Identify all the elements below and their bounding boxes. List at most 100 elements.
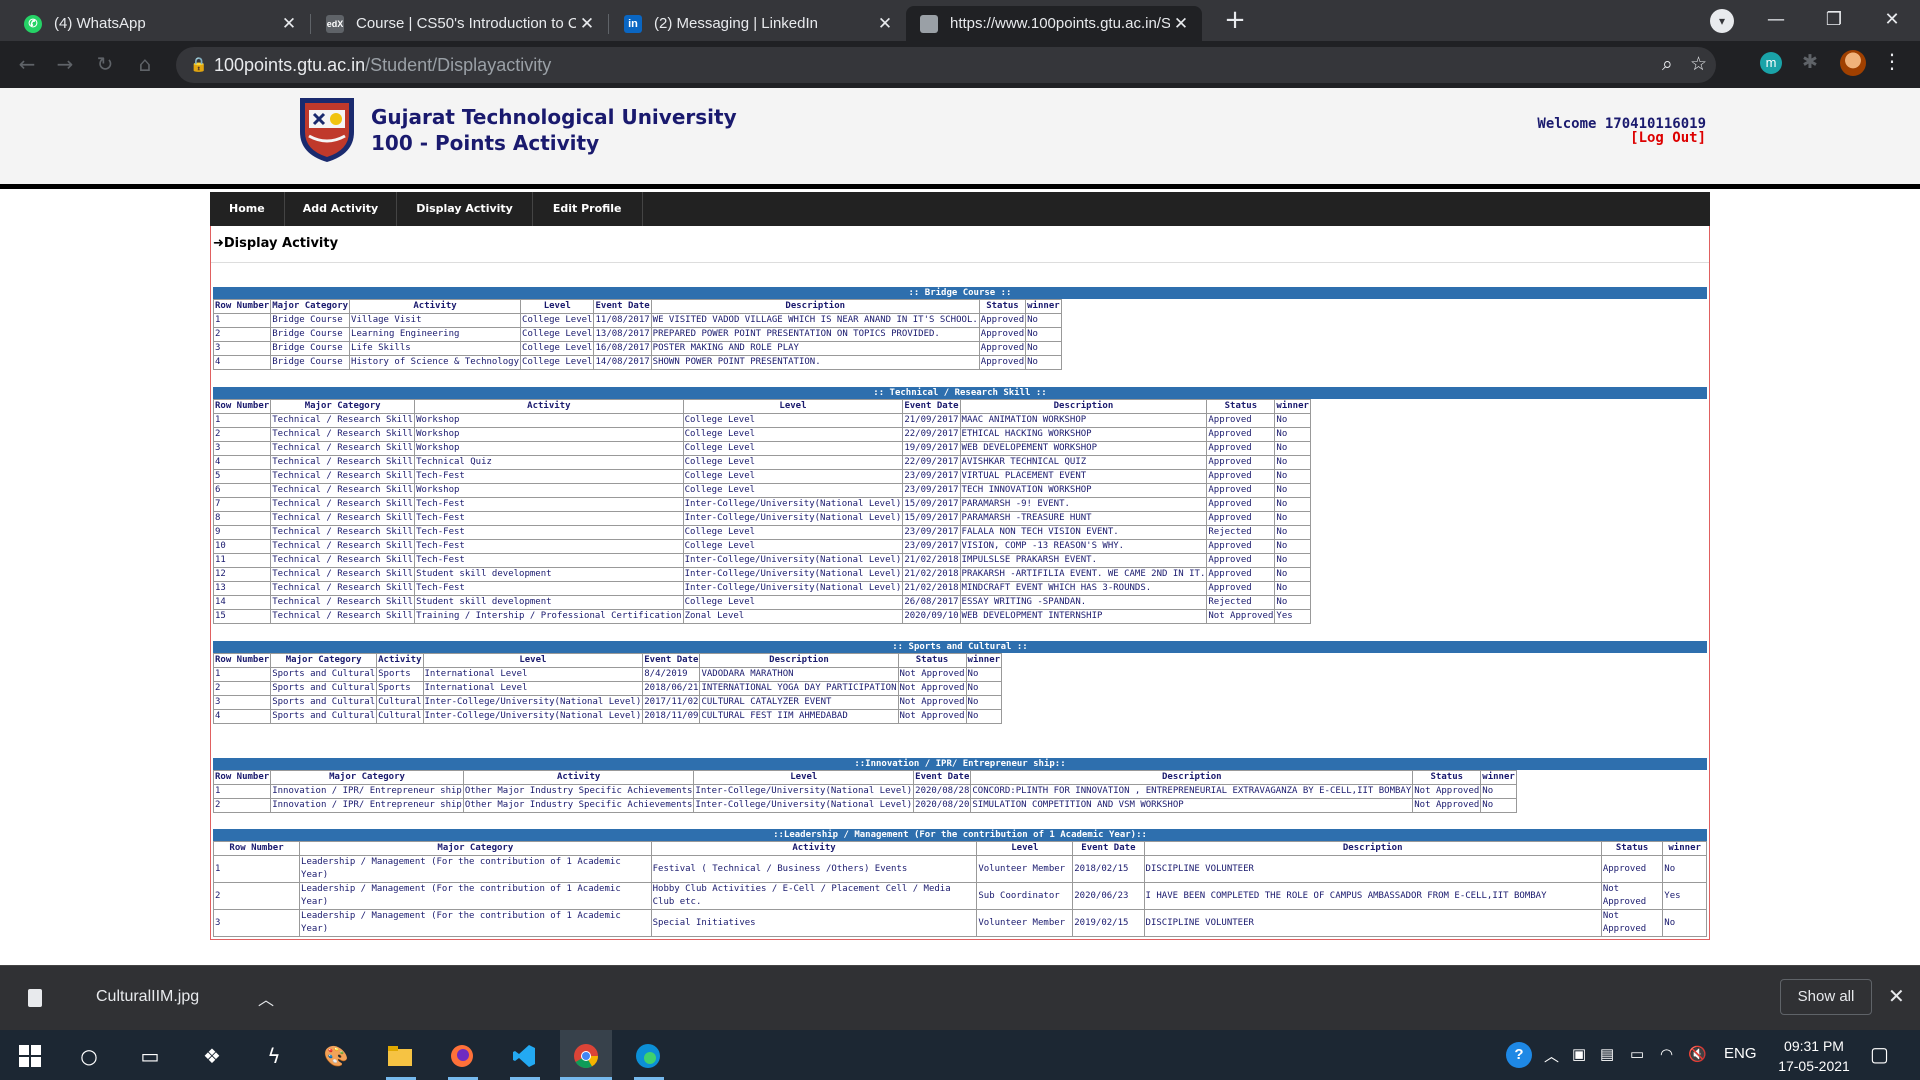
table-cell: 22/09/2017 [902,455,961,470]
tab-whatsapp[interactable]: ✆ (4) WhatsApp ✕ [10,6,310,41]
table-cell: Tech-Fest [414,553,684,568]
paint-icon[interactable]: 🎨 [322,1042,350,1070]
table-cell: 1 [212,855,301,883]
wifi-icon[interactable]: ◠ [1660,1045,1673,1063]
table-cell: 2017/11/02 [642,695,701,710]
table-cell: DISCIPLINE VOLUNTEER [1143,855,1602,883]
search-icon[interactable]: ⌕ [1662,53,1673,75]
search-circle-icon[interactable]: ○ [75,1042,103,1070]
tab-search-icon[interactable]: ▾ [1710,9,1734,33]
chrome-icon[interactable] [560,1030,612,1080]
clock-time: 09:31 PM [1784,1038,1844,1054]
windows-start-icon[interactable] [16,1042,44,1070]
page-title: ➜Display Activity [213,236,339,251]
table-cell: 15/09/2017 [902,511,961,526]
minimize-icon[interactable]: — [1756,4,1796,36]
nav-edit-profile[interactable]: Edit Profile [533,192,643,226]
help-icon[interactable]: ? [1506,1042,1532,1068]
tab-gtu[interactable]: https://www.100points.gtu.ac.in/S ✕ [906,6,1202,41]
chevron-up-icon[interactable]: ︿ [1544,1045,1559,1066]
table-cell: Approved [1206,427,1276,442]
table-cell: Technical / Research Skill [270,553,416,568]
device-icon[interactable]: ▣ [1572,1045,1586,1063]
vscode-icon[interactable] [510,1042,538,1070]
browser-menu-icon[interactable]: ⋮ [1882,49,1902,73]
table-cell: WEB DEVELOPMENT INTERNSHIP [959,609,1208,624]
back-icon[interactable]: ← [14,51,40,77]
notification-icon[interactable]: ▢ [1870,1042,1889,1067]
table-cell: Not Approved [1206,609,1276,624]
home-icon[interactable]: ⌂ [132,51,158,77]
table-cell: 3 [212,909,301,937]
address-bar[interactable]: 🔒 100points.gtu.ac.in/Student/Displayact… [176,47,1716,83]
lock-icon[interactable]: 🔒 [190,57,214,73]
bolt-icon[interactable]: ϟ [260,1042,288,1070]
table-cell: College Level [682,539,904,554]
table-cell: Technical / Research Skill [270,595,416,610]
column-header: Activity [349,299,522,314]
close-tab-icon[interactable]: ✕ [1170,14,1192,34]
show-all-button[interactable]: Show all [1780,979,1872,1015]
table-row: 1 Bridge Course Village Visit College Level… [212,313,1062,328]
bookmark-star-icon[interactable]: ☆ [1690,53,1707,75]
section-title: ::Leadership / Management (For the contr… [213,829,1707,841]
table-cell: 4 [212,709,272,724]
table-cell: 2018/06/21 [642,681,701,696]
table-cell: Inter-College/University(National Level) [693,784,915,799]
table-cell: CULTURAL CATALYZER EVENT [699,695,899,710]
close-tab-icon[interactable]: ✕ [278,14,300,34]
nav-home[interactable]: Home [210,192,285,226]
firefox-icon[interactable] [448,1042,476,1070]
table-cell: No [1662,909,1707,937]
reload-icon[interactable]: ↻ [92,51,118,77]
file-explorer-icon[interactable] [386,1042,414,1070]
table-cell: 21/02/2018 [902,581,961,596]
table-cell: College Level [682,441,904,456]
url-path: /Student/Displayactivity [365,54,552,75]
new-tab-icon[interactable]: + [1222,7,1248,34]
language-indicator[interactable]: ENG [1724,1045,1757,1062]
clock[interactable]: 09:31 PM 17-05-2021 [1764,1036,1864,1076]
table-cell: Tech-Fest [414,581,684,596]
task-view-icon[interactable]: ▭ [136,1042,164,1070]
close-tab-icon[interactable]: ✕ [874,14,896,34]
table-cell: Inter-College/University(National Level) [693,798,915,813]
close-tab-icon[interactable]: ✕ [576,14,598,34]
table-cell: Inter-College/University(National Level) [682,553,904,568]
university-name: Gujarat Technological University [371,105,737,129]
table-cell: Yes [1274,609,1311,624]
download-filename[interactable]: CulturalIIM.jpg [96,988,199,1006]
battery-icon[interactable]: ▭ [1630,1045,1644,1063]
nav-add-activity[interactable]: Add Activity [285,192,398,226]
table-cell: College Level [682,469,904,484]
maximize-icon[interactable]: ❐ [1814,4,1854,36]
profile-avatar[interactable] [1840,50,1866,76]
table-cell: POSTER MAKING AND ROLE PLAY [650,341,980,356]
tab-linkedin[interactable]: in (2) Messaging | LinkedIn ✕ [610,6,906,41]
table-cell: Tech-Fest [414,525,684,540]
forward-icon[interactable]: → [52,51,78,77]
extensions-puzzle-icon[interactable]: ✱ [1802,51,1818,73]
column-header: Activity [650,841,978,856]
table-cell: 2 [212,882,301,910]
nav-display-activity[interactable]: Display Activity [397,192,533,226]
logout-link[interactable]: [Log Out] [1537,131,1706,145]
edge-icon[interactable] [634,1042,662,1070]
dropbox-icon[interactable]: ❖ [198,1042,226,1070]
display-icon[interactable]: ▤ [1600,1045,1614,1063]
close-window-icon[interactable]: ✕ [1872,4,1912,36]
chevron-up-icon[interactable]: ︿ [258,986,274,1010]
table-cell: Approved [1206,581,1276,596]
table-cell: No [1274,581,1311,596]
tab-cs50[interactable]: edX Course | CS50's Introduction to C ✕ [312,6,608,41]
table-cell: 21/09/2017 [902,413,961,428]
table-cell: I HAVE BEEN COMPLETED THE ROLE OF CAMPUS… [1143,882,1602,910]
extension-m-icon[interactable]: m [1760,52,1782,74]
table-cell: Training / Intership / Professional Cert… [414,609,684,624]
table-cell: IMPULSLSE PRAKARSH EVENT. [959,553,1208,568]
table-cell: Bridge Course [270,355,351,370]
table-cell: College Level [682,525,904,540]
close-icon[interactable]: ✕ [1888,984,1905,1008]
table-cell: MAAC ANIMATION WORKSHOP [959,413,1208,428]
volume-mute-icon[interactable]: 🔇 [1688,1045,1707,1063]
